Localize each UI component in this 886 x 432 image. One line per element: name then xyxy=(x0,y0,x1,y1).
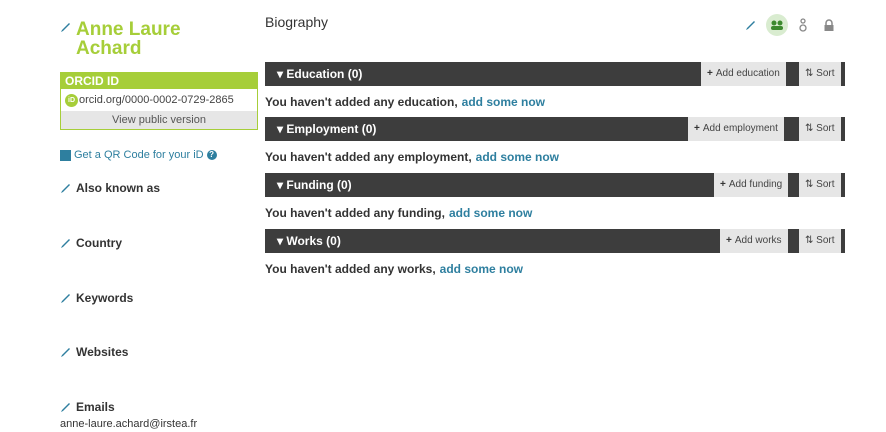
add-works-link[interactable]: add some now xyxy=(440,262,523,276)
group-icon[interactable] xyxy=(766,14,788,36)
privacy-controls xyxy=(740,14,844,36)
education-section-bar[interactable]: ▾ Education (0) + Add education ⇅ Sort xyxy=(265,62,845,86)
orcid-url-row: iD orcid.org/0000-0002-0729-2865 xyxy=(61,89,257,111)
country-field[interactable]: Country xyxy=(60,236,122,250)
pencil-icon[interactable] xyxy=(740,14,762,36)
emails-field[interactable]: Emails xyxy=(60,400,115,414)
add-works-button[interactable]: + Add works xyxy=(720,229,788,253)
sort-icon: ⇅ xyxy=(805,235,817,246)
works-title: Works (0) xyxy=(286,234,341,248)
pencil-icon[interactable] xyxy=(60,401,72,413)
funding-title: Funding (0) xyxy=(286,178,352,192)
info-icon[interactable]: ? xyxy=(206,150,217,160)
sort-icon: ⇅ xyxy=(805,123,817,134)
education-empty-message: You haven't added any education, add some… xyxy=(265,95,546,109)
pencil-icon[interactable] xyxy=(60,182,72,194)
funding-section-bar[interactable]: ▾ Funding (0) + Add funding ⇅ Sort xyxy=(265,173,845,197)
funding-empty-message: You haven't added any funding, add some n… xyxy=(265,206,533,220)
plus-icon: + xyxy=(694,123,700,134)
works-section-bar[interactable]: ▾ Works (0) + Add works ⇅ Sort xyxy=(265,229,845,253)
add-funding-button[interactable]: + Add funding xyxy=(714,173,789,197)
lock-icon[interactable] xyxy=(818,14,840,36)
education-title: Education (0) xyxy=(286,67,363,81)
view-public-button[interactable]: View public version xyxy=(61,111,257,129)
name-last: Achard xyxy=(76,38,142,59)
keywords-field[interactable]: Keywords xyxy=(60,291,133,305)
plus-icon: + xyxy=(707,68,713,79)
websites-field[interactable]: Websites xyxy=(60,345,128,359)
websites-label: Websites xyxy=(76,345,129,359)
name-row: Anne Laure Achard xyxy=(60,20,181,58)
name-first: Anne Laure xyxy=(76,19,181,40)
emails-label: Emails xyxy=(76,400,115,414)
add-funding-link[interactable]: add some now xyxy=(449,206,532,220)
add-employment-link[interactable]: add some now xyxy=(476,150,559,164)
add-education-button[interactable]: + Add education xyxy=(701,62,786,86)
pencil-icon[interactable] xyxy=(60,292,72,304)
add-education-link[interactable]: add some now xyxy=(462,95,545,109)
sort-funding-button[interactable]: ⇅ Sort xyxy=(799,173,841,197)
pencil-icon[interactable] xyxy=(60,346,72,358)
employment-empty-message: You haven't added any employment, add som… xyxy=(265,150,560,164)
email-value: anne-laure.achard@irstea.fr xyxy=(60,418,198,430)
orcid-id-box: ORCID ID iD orcid.org/0000-0002-0729-286… xyxy=(60,72,258,130)
sort-education-button[interactable]: ⇅ Sort xyxy=(799,62,841,86)
employment-title: Employment (0) xyxy=(286,122,377,136)
sort-icon: ⇅ xyxy=(805,179,817,190)
qr-code-label: Get a QR Code for your iD xyxy=(74,149,204,161)
also-known-as-label: Also known as xyxy=(76,181,161,195)
trusted-icon[interactable] xyxy=(792,14,814,36)
qr-code-link[interactable]: Get a QR Code for your iD ? xyxy=(60,149,217,161)
country-label: Country xyxy=(76,236,122,250)
sort-works-button[interactable]: ⇅ Sort xyxy=(799,229,841,253)
orcid-url: orcid.org/0000-0002-0729-2865 xyxy=(79,94,234,106)
add-employment-button[interactable]: + Add employment xyxy=(688,117,784,141)
plus-icon: + xyxy=(720,179,726,190)
pencil-icon[interactable] xyxy=(60,237,72,249)
pencil-icon[interactable] xyxy=(60,20,72,32)
works-empty-message: You haven't added any works, add some now xyxy=(265,262,524,276)
qr-code-icon xyxy=(60,149,71,161)
sort-employment-button[interactable]: ⇅ Sort xyxy=(799,117,841,141)
keywords-label: Keywords xyxy=(76,291,134,305)
orcid-id-header: ORCID ID xyxy=(61,73,257,89)
biography-heading: Biography xyxy=(265,14,329,30)
also-known-as-field[interactable]: Also known as xyxy=(60,181,160,195)
orcid-id-icon: iD xyxy=(65,93,78,107)
sort-icon: ⇅ xyxy=(805,68,817,79)
plus-icon: + xyxy=(726,235,732,246)
employment-section-bar[interactable]: ▾ Employment (0) + Add employment ⇅ Sort xyxy=(265,117,845,141)
